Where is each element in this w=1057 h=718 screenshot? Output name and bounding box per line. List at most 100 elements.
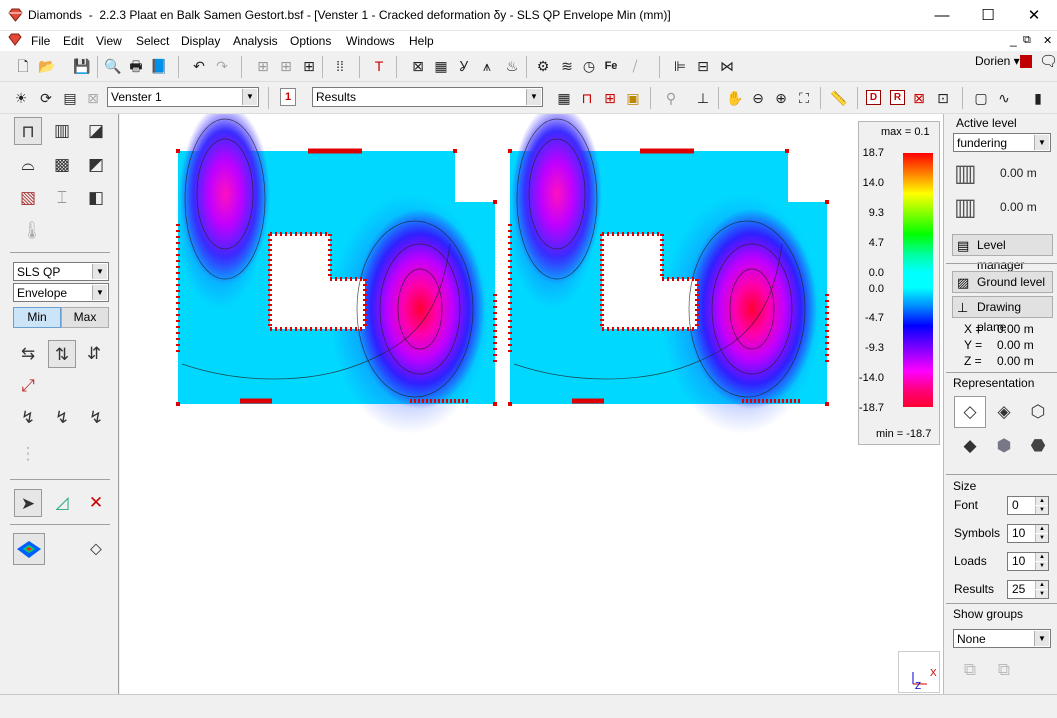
render-view-icon[interactable]: ⬣ (1022, 430, 1054, 462)
plate-left[interactable] (175, 104, 497, 434)
maximize-button[interactable]: ☐ (965, 0, 1011, 31)
spinner-down-icon[interactable]: ▼ (1035, 506, 1048, 514)
close-button[interactable]: ✕ (1011, 0, 1057, 31)
hidden-line-view-icon[interactable]: ⬡ (1022, 396, 1054, 428)
mdi-close-button[interactable]: ✕ (1043, 34, 1052, 47)
groups-select[interactable]: None ▼ (953, 629, 1051, 648)
results-select[interactable]: Results ▼ (312, 87, 543, 107)
steel-fe-icon[interactable]: Fe (600, 55, 622, 77)
results-view-icon[interactable]: ▦ (553, 87, 575, 109)
level-building-2-icon[interactable]: ▥ (954, 192, 986, 224)
delete-section-icon[interactable]: ✕ (82, 489, 110, 517)
toolbar-end-icon[interactable]: ▮ (1027, 87, 1049, 109)
menu-options[interactable]: Options (290, 34, 331, 48)
shell-icon[interactable]: ◧ (82, 184, 110, 212)
view-window-icon[interactable]: ▢ (970, 87, 992, 109)
results-size-spinner[interactable]: 25 ▲ ▼ (1007, 580, 1049, 599)
load-lines-icon[interactable]: ≋ (556, 55, 578, 77)
snap-dots-icon[interactable]: ⁞⁞ (329, 55, 351, 77)
section-icon[interactable]: ⊟ (692, 55, 714, 77)
menu-windows[interactable]: Windows (346, 34, 395, 48)
export-icon[interactable]: ⊠ (908, 87, 930, 109)
supports-icon[interactable]: ⩚ (476, 55, 498, 77)
text-color-icon[interactable]: T (368, 55, 390, 77)
level-manager-button[interactable]: ▤ Level manager (952, 234, 1053, 272)
rotation-dim-icon[interactable]: ⋮ (14, 440, 42, 468)
spinner-down-icon[interactable]: ▼ (1035, 590, 1048, 598)
isolines-icon[interactable]: ⬦ (82, 535, 110, 563)
view-graph-icon[interactable]: ∿ (993, 87, 1015, 109)
drawing-d-button[interactable]: D (866, 90, 881, 105)
drawing-canvas[interactable]: max = 0.1 min = -18.7 18.7 14.0 9.3 4.7 … (120, 104, 943, 694)
fire-icon[interactable]: ♨ (501, 55, 523, 77)
member-moments-icon[interactable]: ◪ (82, 117, 110, 145)
steel-check-icon[interactable]: ⌶ (48, 184, 76, 212)
contour-plot-icon[interactable] (13, 533, 45, 565)
rotate-icon[interactable]: ⟳ (35, 87, 57, 109)
thermometer-icon[interactable]: 🌡 (18, 217, 46, 245)
group-add-icon[interactable]: ⧉ (954, 656, 986, 684)
undo-icon[interactable]: ↶ (188, 55, 210, 77)
menu-file[interactable]: File (31, 34, 50, 48)
report-icon[interactable]: 📘 (148, 55, 170, 77)
results-color-icon[interactable]: ▣ (622, 87, 644, 109)
loads-icon[interactable]: ⚙ (532, 55, 554, 77)
window-select[interactable]: Venster 1 ▼ (107, 87, 259, 107)
deformation-z-icon[interactable]: ⇵ (80, 340, 108, 368)
spinner-up-icon[interactable]: ▲ (1035, 525, 1048, 533)
minimize-button[interactable]: — (919, 0, 965, 31)
print-preview-icon[interactable]: 🔍 (102, 55, 124, 77)
zoom-in-icon[interactable]: ⊕ (770, 87, 792, 109)
menu-view[interactable]: View (96, 34, 122, 48)
close-window-icon[interactable]: ⊠ (82, 87, 104, 109)
menu-edit[interactable]: Edit (63, 34, 84, 48)
contour-plot[interactable] (120, 104, 943, 694)
spinner-up-icon[interactable]: ▲ (1035, 581, 1048, 589)
deformation-total-icon[interactable]: ⤢ (14, 372, 42, 400)
rotation-z-icon[interactable]: ↯ (82, 404, 110, 432)
wireframe-view-icon[interactable]: ◇ (954, 396, 986, 428)
frame-result-icon[interactable]: ⊓ (14, 117, 42, 145)
section-graph-icon[interactable]: ◿ (48, 489, 76, 517)
ground-level-button[interactable]: ▨ Ground level (952, 271, 1053, 293)
window-number-button[interactable]: 1 (280, 88, 296, 106)
plate-right[interactable] (507, 104, 829, 434)
grid-lines-icon[interactable]: ⊞ (275, 55, 297, 77)
reinforcement-icon[interactable]: ⧸ (624, 55, 646, 77)
zoom-out-icon[interactable]: ⊖ (747, 87, 769, 109)
node-reactions-icon[interactable]: ⌓ (14, 151, 42, 179)
spinner-down-icon[interactable]: ▼ (1035, 534, 1048, 542)
user-menu[interactable]: Dorien ▾ (975, 54, 1020, 68)
preview-icon[interactable]: ⊡ (932, 87, 954, 109)
max-tab[interactable]: Max (61, 307, 109, 328)
clock-icon[interactable]: ◷ (578, 55, 600, 77)
font-size-spinner[interactable]: 0 ▲ ▼ (1007, 496, 1049, 515)
level-building-icon[interactable]: ▥ (954, 158, 986, 190)
axes-icon[interactable]: ⊥ (692, 87, 714, 109)
spinner-up-icon[interactable]: ▲ (1035, 553, 1048, 561)
pan-hand-icon[interactable]: ✋ (724, 87, 746, 109)
rotation-y-icon[interactable]: ↯ (48, 404, 76, 432)
grid-axes-icon[interactable]: ⊞ (298, 55, 320, 77)
table-icon[interactable]: ▦ (430, 55, 452, 77)
menu-display[interactable]: Display (181, 34, 220, 48)
align-left-icon[interactable]: ⊫ (669, 55, 691, 77)
materials-icon[interactable]: ⊠ (407, 55, 429, 77)
spinner-up-icon[interactable]: ▲ (1035, 497, 1048, 505)
cut-plane-icon[interactable]: ⋈ (716, 55, 738, 77)
solid-view-icon[interactable]: ⬢ (988, 430, 1020, 462)
symbols-size-spinner[interactable]: 10 ▲ ▼ (1007, 524, 1049, 543)
menu-analysis[interactable]: Analysis (233, 34, 278, 48)
pin-icon[interactable]: ⚲ (660, 87, 682, 109)
min-tab[interactable]: Min (13, 307, 61, 328)
zoom-extents-icon[interactable]: ⛶ (793, 87, 815, 109)
measure-icon[interactable]: 📏 (828, 87, 850, 109)
sun-icon[interactable]: ☀ (10, 87, 32, 109)
print-icon[interactable]: 🖶 (125, 55, 147, 77)
windows-stack-icon[interactable]: ▤ (59, 87, 81, 109)
comment-icon[interactable]: 🗨 (1039, 52, 1057, 70)
mdi-minimize-button[interactable]: _ (1010, 33, 1017, 47)
plate-mesh-icon[interactable]: ▧ (14, 184, 42, 212)
mdi-restore-button[interactable]: ⧉ (1023, 34, 1031, 47)
grid-dotted-icon[interactable]: ⊞ (252, 55, 274, 77)
